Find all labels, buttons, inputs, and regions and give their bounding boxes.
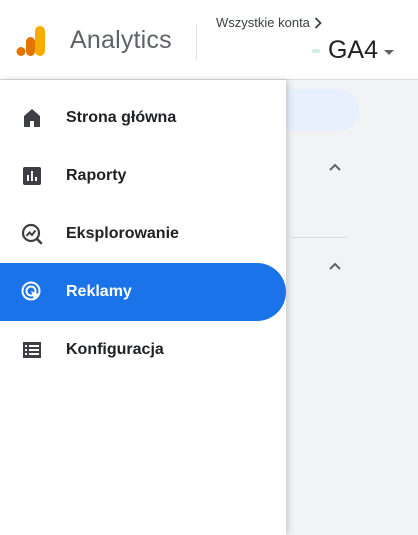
- redacted-account-name: [311, 48, 320, 53]
- chevron-up-icon[interactable]: [328, 259, 342, 273]
- configure-icon: [23, 342, 41, 358]
- nav-item-reports[interactable]: Raporty: [0, 147, 286, 205]
- home-icon: [24, 109, 40, 127]
- nav-item-label: Reklamy: [66, 283, 132, 300]
- property-selector[interactable]: GA4: [311, 36, 394, 65]
- header-divider: [196, 24, 197, 60]
- chevron-right-icon: [314, 16, 322, 29]
- all-accounts-label: Wszystkie konta: [216, 15, 310, 30]
- reports-icon: [23, 167, 41, 185]
- property-name: GA4: [327, 36, 378, 64]
- explore-icon: [21, 223, 43, 245]
- nav-item-label: Raporty: [66, 167, 127, 184]
- nav-item-explore[interactable]: Eksplorowanie: [0, 205, 286, 263]
- navigation-drawer: Strona główna Raporty Eksplorowanie Rekl…: [0, 80, 286, 535]
- all-accounts-link[interactable]: Wszystkie konta: [216, 15, 322, 30]
- advertising-icon: [21, 281, 41, 301]
- nav-item-configure[interactable]: Konfiguracja: [0, 321, 286, 379]
- chevron-up-icon[interactable]: [328, 160, 342, 174]
- nav-item-label: Konfiguracja: [66, 341, 164, 358]
- nav-item-home[interactable]: Strona główna: [0, 89, 286, 147]
- nav-item-label: Eksplorowanie: [66, 225, 179, 242]
- top-app-bar: Analytics Wszystkie konta GA4: [0, 0, 418, 80]
- section-divider: [290, 237, 347, 238]
- nav-item-label: Strona główna: [66, 109, 177, 126]
- analytics-logo-icon[interactable]: [15, 24, 49, 58]
- nav-item-advertising[interactable]: Reklamy: [0, 263, 286, 321]
- app-title: Analytics: [70, 26, 172, 54]
- dropdown-arrow-icon: [384, 50, 394, 55]
